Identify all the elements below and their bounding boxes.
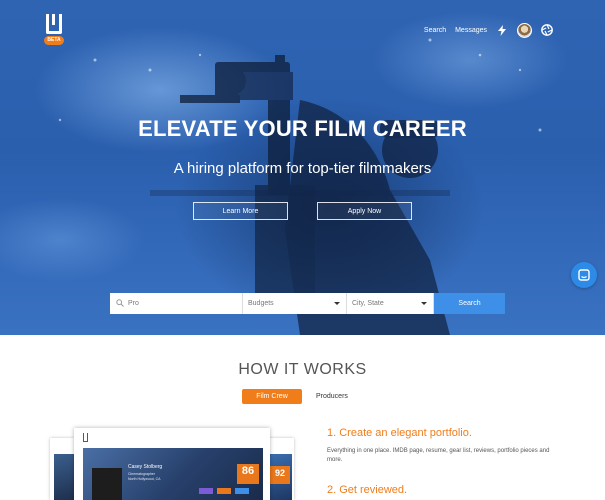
audience-tabs: Film Crew Producers (242, 389, 350, 404)
chat-icon (578, 269, 590, 281)
search-bar: Pro Budgets City, State Search (110, 293, 505, 314)
chat-widget-button[interactable] (571, 262, 597, 288)
step-2-title: 2. Get reviewed. (327, 484, 408, 496)
location-select[interactable]: City, State (347, 293, 434, 314)
keyword-value: Pro (128, 300, 139, 307)
mockup-button (199, 488, 213, 494)
mockup-button (217, 488, 231, 494)
search-icon (116, 299, 124, 307)
lightning-icon[interactable] (496, 24, 508, 36)
step-1-description: Everything in one place. IMDB page, resu… (327, 448, 550, 463)
keyword-search-input[interactable]: Pro (110, 293, 243, 314)
chevron-down-icon (334, 302, 340, 305)
nav-search-link[interactable]: Search (424, 27, 446, 34)
hero-title: ELEVATE YOUR FILM CAREER (138, 116, 467, 141)
logo-mark (46, 14, 62, 34)
mockup-logo (83, 433, 88, 442)
top-nav: Search Messages (424, 22, 553, 38)
mockup-back-card-left (50, 438, 74, 500)
aperture-icon[interactable] (541, 24, 553, 36)
mockup-banner: Casey Stolberg Cinematographer North Hol… (83, 448, 263, 500)
mockup-profile-photo (92, 468, 122, 500)
apply-now-button[interactable]: Apply Now (317, 202, 412, 220)
chevron-down-icon (421, 302, 427, 305)
mockup-score-back: 92 (270, 466, 290, 484)
mockup-button (235, 488, 249, 494)
hero-subtitle: A hiring platform for top-tier filmmaker… (173, 160, 432, 177)
hero-section: BETA Search Messages ELEVATE YOUR FILM C… (0, 0, 605, 335)
beta-badge: BETA (44, 36, 64, 45)
budgets-select[interactable]: Budgets (243, 293, 347, 314)
tab-film-crew[interactable]: Film Crew (242, 389, 302, 404)
tab-producers[interactable]: Producers (314, 389, 350, 404)
step-1-title: 1. Create an elegant portfolio. (327, 427, 472, 439)
portfolio-mockup: Casey Stolberg Cinematographer North Hol… (74, 428, 270, 500)
learn-more-button[interactable]: Learn More (193, 202, 288, 220)
nav-messages-link[interactable]: Messages (455, 27, 487, 34)
budgets-value: Budgets (248, 300, 274, 307)
logo[interactable]: BETA (44, 14, 66, 46)
location-value: City, State (352, 300, 384, 307)
how-it-works-title: HOW IT WORKS (238, 361, 367, 378)
search-button[interactable]: Search (434, 293, 505, 314)
mockup-score: 86 (237, 464, 259, 484)
mockup-role: Cinematographer North Hollywood, CA (128, 472, 161, 481)
mockup-name: Casey Stolberg (128, 464, 163, 470)
avatar[interactable] (517, 22, 532, 38)
